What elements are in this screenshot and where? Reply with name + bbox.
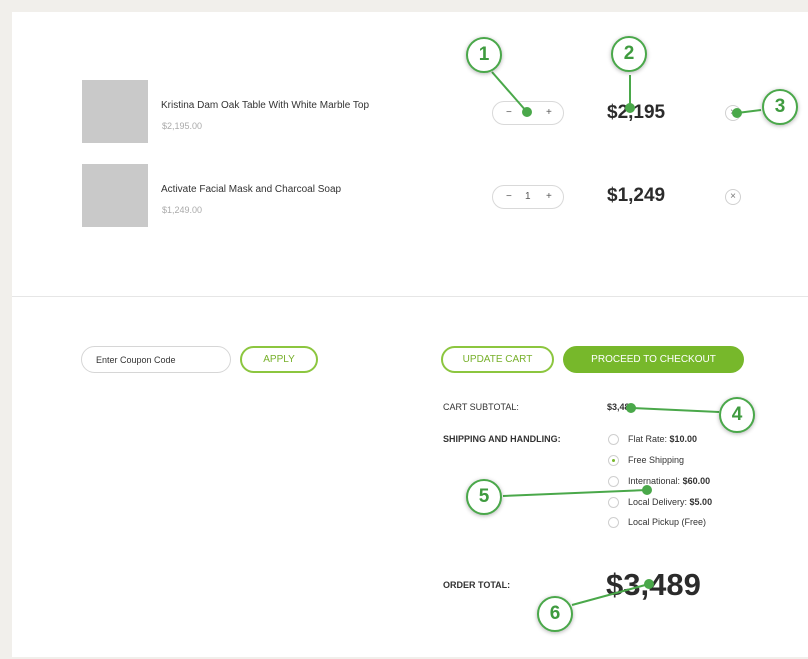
leader-line-5	[502, 489, 648, 497]
leader-dot-1	[522, 107, 532, 117]
leader-dot-3	[732, 108, 742, 118]
callout-marker: 2	[611, 36, 647, 72]
annotation-leaders	[491, 71, 762, 606]
leader-dot-6	[644, 579, 654, 589]
callout-marker: 5	[466, 479, 502, 515]
leader-dot-4	[626, 403, 636, 413]
leader-line-1	[491, 71, 528, 113]
leader-line-4	[630, 407, 720, 413]
callout-marker: 4	[719, 397, 755, 433]
callout-marker: 3	[762, 89, 798, 125]
leader-dot-5	[642, 485, 652, 495]
leader-line-6	[571, 583, 650, 606]
leader-dot-2	[625, 103, 635, 113]
callout-marker: 6	[537, 596, 573, 632]
callout-marker: 1	[466, 37, 502, 73]
